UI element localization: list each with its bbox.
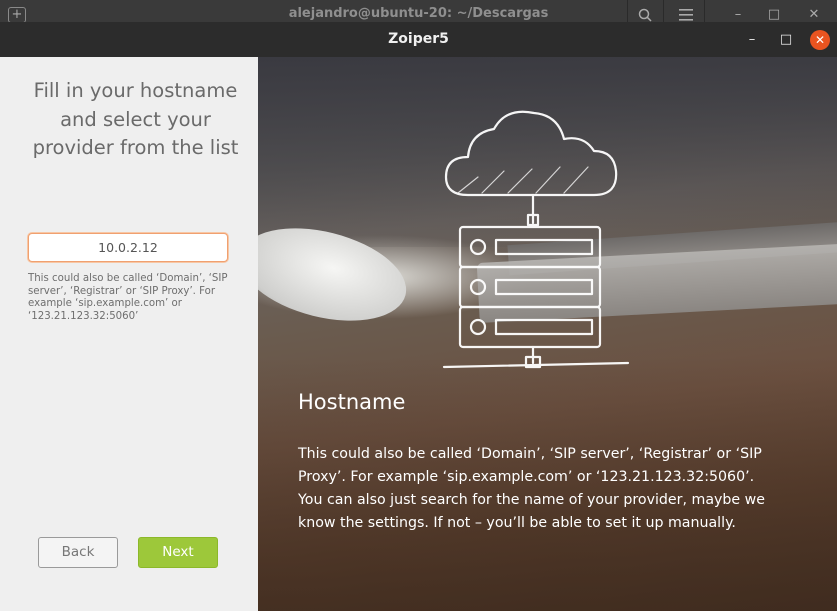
window-close-button[interactable]: ✕ bbox=[810, 30, 830, 50]
back-button[interactable]: Back bbox=[38, 537, 118, 568]
wizard-content: Fill in your hostname and select your pr… bbox=[0, 57, 837, 611]
hostname-hint: This could also be called ‘Domain’, ‘SIP… bbox=[28, 273, 228, 322]
left-panel: Fill in your hostname and select your pr… bbox=[0, 57, 258, 611]
window-title: Zoiper5 bbox=[0, 22, 837, 57]
info-paragraph: This could also be called ‘Domain’, ‘SIP… bbox=[298, 446, 762, 485]
window-minimize-button[interactable]: – bbox=[742, 30, 762, 50]
page-heading: Fill in your hostname and select your pr… bbox=[32, 79, 239, 159]
next-button[interactable]: Next bbox=[138, 537, 218, 568]
right-panel: Hostname This could also be called ‘Doma… bbox=[258, 57, 837, 611]
cloud-server-icon bbox=[442, 110, 630, 369]
info-title: Hostname bbox=[298, 390, 406, 414]
hostname-input[interactable] bbox=[28, 233, 228, 262]
terminal-title: alejandro@ubuntu-20: ~/Descargas bbox=[288, 6, 549, 21]
window-maximize-button[interactable]: □ bbox=[776, 30, 796, 50]
info-paragraph: You can also just search for the name of… bbox=[298, 492, 765, 531]
info-body: This could also be called ‘Domain’, ‘SIP… bbox=[298, 443, 768, 535]
zoiper-window: Zoiper5 – □ ✕ Fill in your hostname and … bbox=[0, 22, 837, 611]
